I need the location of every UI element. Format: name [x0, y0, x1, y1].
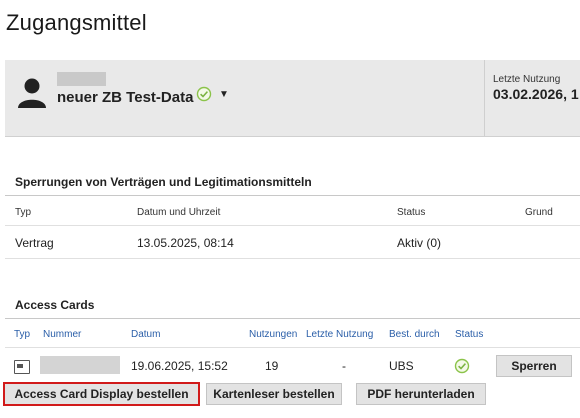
sperrungen-header-status: Status — [397, 207, 426, 218]
sperrung-datum: 13.05.2025, 08:14 — [137, 236, 234, 250]
cards-header-status[interactable]: Status — [455, 329, 483, 340]
card-nutzungen: 19 — [265, 359, 279, 373]
verified-check-icon — [196, 86, 212, 102]
sperrungen-header-grund: Grund — [525, 207, 553, 218]
sperrungen-title: Sperrungen von Verträgen und Legitimatio… — [15, 175, 312, 189]
card-letzte-nutzung: - — [342, 359, 346, 373]
sperrung-typ: Vertrag — [15, 236, 54, 250]
last-use-value: 03.02.2026, 1 — [493, 86, 579, 102]
redacted-account-info — [57, 72, 106, 86]
check-circle-icon — [454, 358, 470, 374]
redacted-card-number — [40, 356, 120, 374]
cards-header-letzte-nutzung[interactable]: Letzte Nutzung — [306, 329, 373, 340]
order-display-button[interactable]: Access Card Display bestellen — [3, 382, 200, 406]
user-name[interactable]: neuer ZB Test-Data — [57, 89, 193, 106]
download-pdf-button[interactable]: PDF herunterladen — [356, 383, 486, 405]
cards-header-bestellt-durch[interactable]: Best. durch — [389, 329, 440, 340]
cards-header-nummer[interactable]: Nummer — [43, 329, 81, 340]
user-avatar-icon — [18, 78, 46, 108]
panel-divider — [484, 60, 485, 136]
divider — [5, 318, 580, 319]
last-use-label: Letzte Nutzung — [493, 74, 561, 85]
cards-header-nutzungen[interactable]: Nutzungen — [249, 329, 297, 340]
divider — [5, 195, 580, 196]
divider — [5, 225, 580, 226]
sperrung-status: Aktiv (0) — [397, 236, 442, 250]
divider — [5, 258, 580, 259]
page-title: Zugangsmittel — [6, 10, 147, 35]
cards-header-datum[interactable]: Datum — [131, 329, 160, 340]
divider — [5, 347, 580, 348]
account-dropdown-icon[interactable]: ▼ — [219, 89, 229, 100]
sperrungen-header-typ: Typ — [15, 207, 32, 218]
access-cards-title: Access Cards — [15, 298, 95, 312]
sperren-button[interactable]: Sperren — [496, 355, 572, 377]
order-reader-button[interactable]: Kartenleser bestellen — [206, 383, 342, 405]
cards-header-typ[interactable]: Typ — [14, 329, 30, 340]
card-datum: 19.06.2025, 15:52 — [131, 359, 228, 373]
card-icon — [14, 360, 30, 374]
card-bestellt-durch: UBS — [389, 359, 414, 373]
user-panel: neuer ZB Test-Data ▼ Letzte Nutzung 03.0… — [5, 60, 580, 137]
sperrungen-header-datum: Datum und Uhrzeit — [137, 207, 221, 218]
